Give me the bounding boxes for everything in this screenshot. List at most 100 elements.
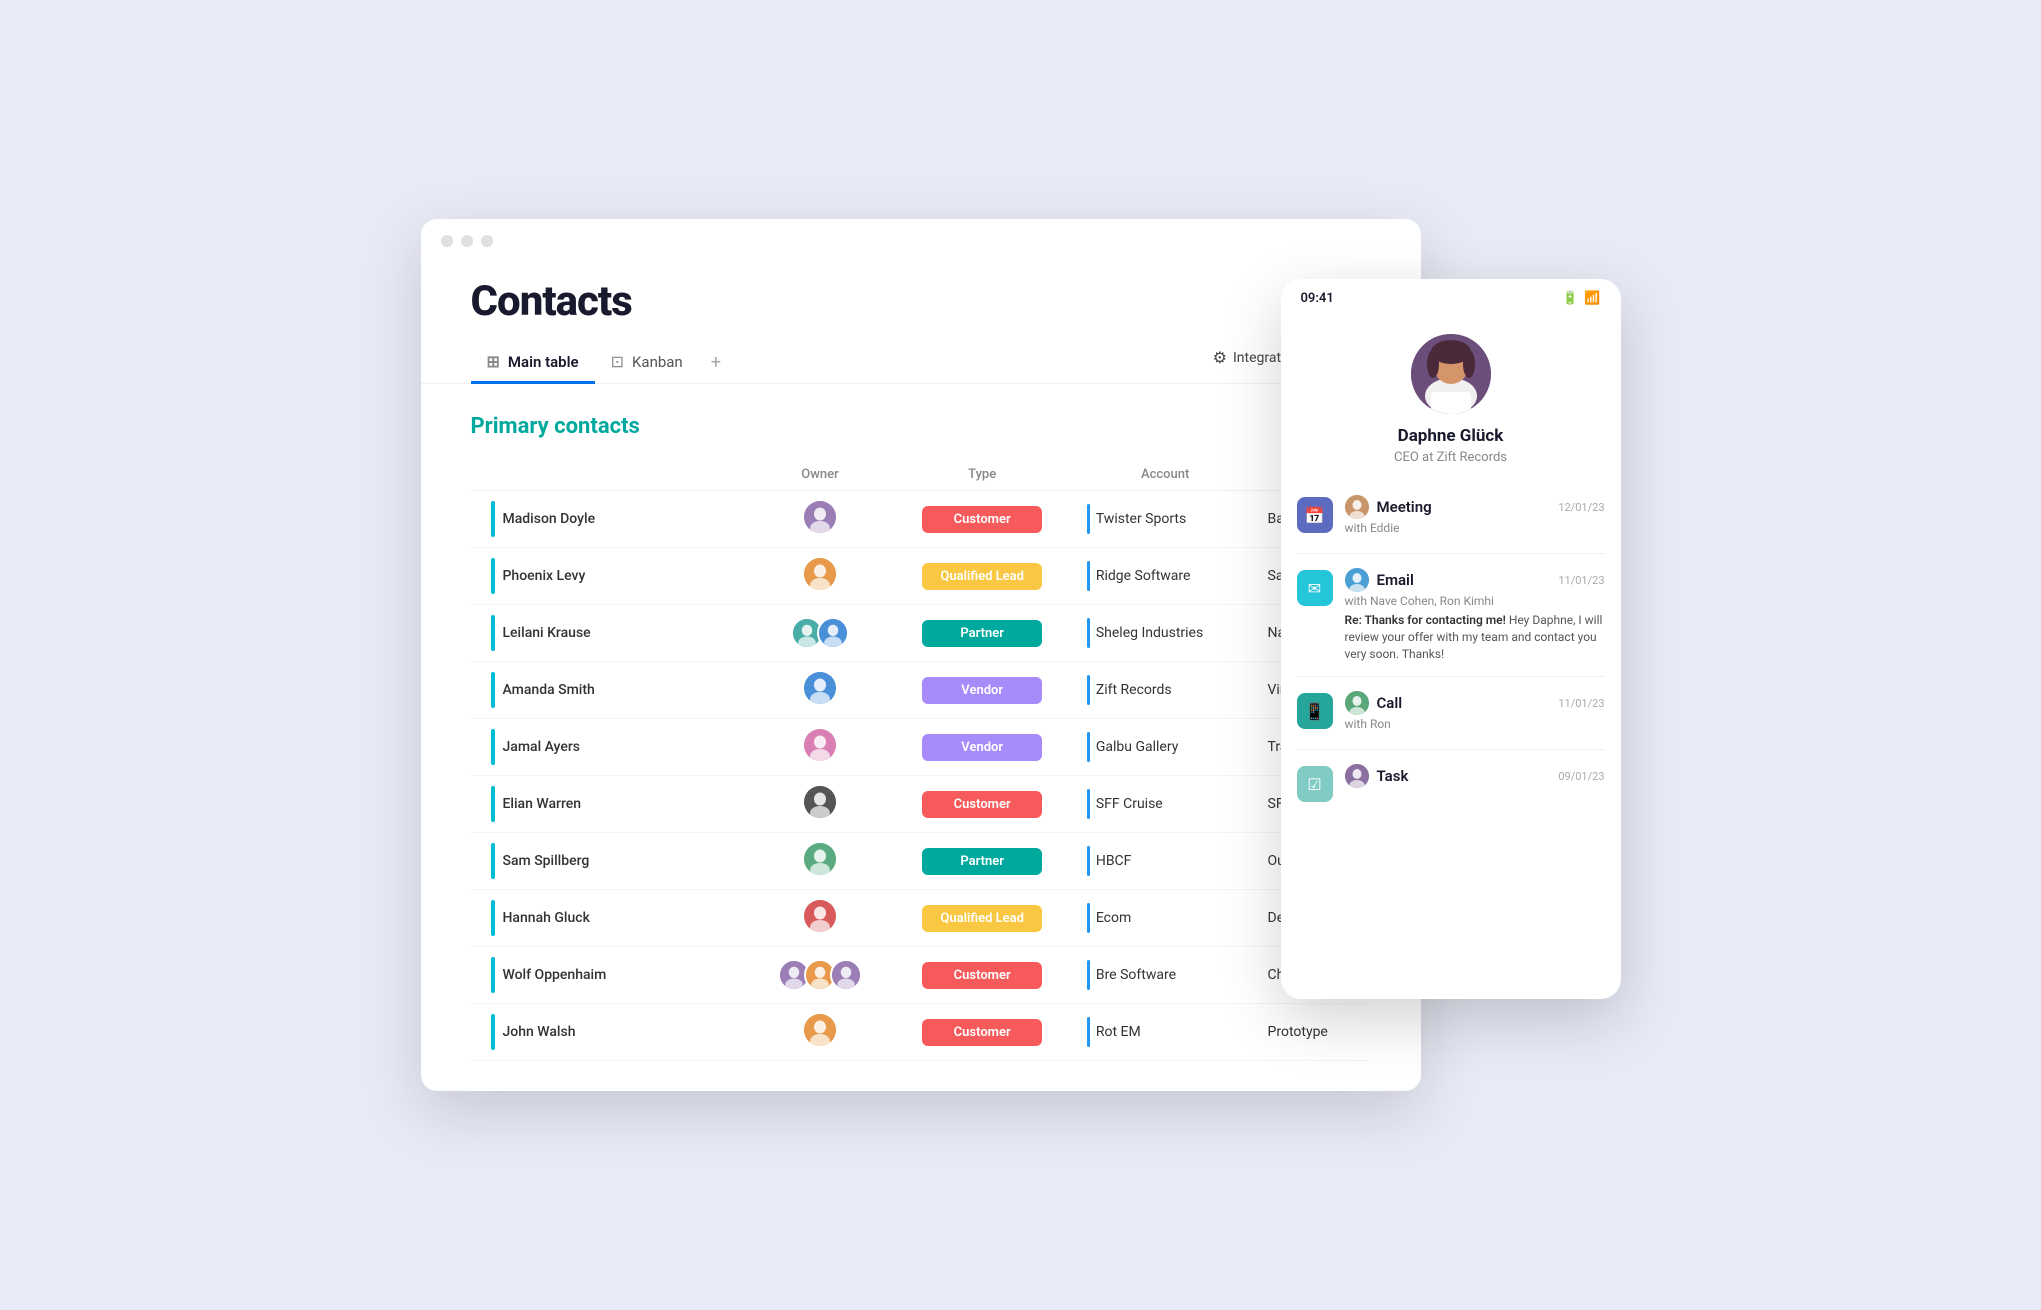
owner-cell	[751, 491, 890, 548]
activity-icon: ✉	[1297, 570, 1333, 606]
activity-preview-bold: Re: Thanks for contacting me!	[1345, 613, 1506, 627]
activity-date: 11/01/23	[1558, 697, 1604, 710]
col-header-type: Type	[890, 459, 1075, 491]
section-title: Primary contacts	[471, 414, 1371, 439]
type-cell: Vendor	[890, 662, 1075, 719]
account-cell: Twister Sports	[1075, 491, 1256, 548]
account-divider	[1087, 618, 1090, 648]
activity-person-avatar	[1345, 691, 1369, 715]
row-indicator	[491, 957, 495, 993]
contact-name-cell: John Walsh	[483, 1014, 739, 1050]
activity-item[interactable]: ✉ Email 11/01/23 with Nave Cohen, Ron Ki…	[1297, 554, 1605, 677]
account-cell: Rot EM	[1075, 1004, 1256, 1061]
activity-date: 09/01/23	[1558, 770, 1604, 783]
account-cell-inner: Galbu Gallery	[1087, 732, 1244, 762]
tab-kanban[interactable]: ⊡ Kanban	[595, 342, 699, 384]
activity-content: Email 11/01/23 with Nave Cohen, Ron Kimh…	[1345, 568, 1605, 662]
owner-cell	[751, 833, 890, 890]
table-row[interactable]: Amanda Smith Vendor Zift Records Vinyl E…	[471, 662, 1371, 719]
table-row[interactable]: Madison Doyle Customer Twister Sports Ba…	[471, 491, 1371, 548]
contact-name: Amanda Smith	[503, 682, 595, 698]
main-table-icon: ⊞	[487, 352, 500, 371]
activity-date: 12/01/23	[1558, 501, 1604, 514]
account-cell-inner: Rot EM	[1087, 1017, 1244, 1047]
contact-name: Elian Warren	[503, 796, 582, 812]
contact-name-cell: Elian Warren	[483, 786, 739, 822]
desktop-window: Contacts ⊞ Main table ⊡ Kanban + ⚙ Integ…	[421, 219, 1421, 1091]
type-cell: Partner	[890, 833, 1075, 890]
table-row[interactable]: Elian Warren Customer SFF Cruise SF crui…	[471, 776, 1371, 833]
account-name: HBCF	[1096, 853, 1132, 869]
avatar	[804, 558, 836, 590]
contact-name: Leilani Krause	[503, 625, 591, 641]
type-badge: Partner	[922, 848, 1042, 875]
window-titlebar	[421, 219, 1421, 247]
table-row[interactable]: Phoenix Levy Qualified Lead Ridge Softwa…	[471, 548, 1371, 605]
activity-header: Call 11/01/23	[1345, 691, 1605, 715]
task-icon: ☑	[1307, 775, 1321, 794]
activity-icon: 📱	[1297, 693, 1333, 729]
integrate-icon: ⚙	[1213, 348, 1227, 367]
contact-name: Hannah Gluck	[503, 910, 590, 926]
mobile-panel: 09:41 🔋 📶	[1281, 279, 1621, 999]
deals-cell: Prototype	[1256, 1004, 1371, 1061]
activity-person-avatar	[1345, 764, 1369, 788]
page-title: Contacts	[471, 277, 1371, 326]
activity-sub: with Eddie	[1345, 521, 1605, 535]
account-cell-inner: Twister Sports	[1087, 504, 1244, 534]
activity-content: Task 09/01/23	[1345, 764, 1605, 790]
contact-name-cell: Sam Spillberg	[483, 843, 739, 879]
account-name: Bre Software	[1096, 967, 1176, 983]
row-indicator	[491, 1014, 495, 1050]
avatar	[804, 786, 836, 818]
account-cell: Zift Records	[1075, 662, 1256, 719]
activity-type: Call	[1377, 694, 1403, 712]
account-cell: HBCF	[1075, 833, 1256, 890]
table-row[interactable]: Jamal Ayers Vendor Galbu Gallery Trays	[471, 719, 1371, 776]
activity-icon: 📅	[1297, 497, 1333, 533]
activity-item[interactable]: 📅 Meeting 12/01/23 with Eddie	[1297, 481, 1605, 554]
dot-green	[481, 235, 493, 247]
row-indicator	[491, 558, 495, 594]
activities-list: 📅 Meeting 12/01/23 with Eddie ✉	[1281, 481, 1621, 816]
type-cell: Qualified Lead	[890, 548, 1075, 605]
table-row[interactable]: Wolf Oppenhaim Cust	[471, 947, 1371, 1004]
table-row[interactable]: Sam Spillberg Partner HBCF Outsourci	[471, 833, 1371, 890]
owner-cell	[751, 605, 890, 662]
activity-header: Meeting 12/01/23	[1345, 495, 1605, 519]
activity-sub: with Ron	[1345, 717, 1605, 731]
contact-name-cell: Wolf Oppenhaim	[483, 957, 739, 993]
activity-content: Meeting 12/01/23 with Eddie	[1345, 495, 1605, 539]
type-badge: Customer	[922, 1019, 1042, 1046]
table-row[interactable]: John Walsh Customer Rot EM Prototype	[471, 1004, 1371, 1061]
type-cell: Vendor	[890, 719, 1075, 776]
activity-preview: Re: Thanks for contacting me! Hey Daphne…	[1345, 612, 1605, 662]
contact-name: Madison Doyle	[503, 511, 596, 527]
account-cell-inner: SFF Cruise	[1087, 789, 1244, 819]
email-icon: ✉	[1308, 579, 1321, 598]
owner-cell	[751, 890, 890, 947]
account-cell-inner: HBCF	[1087, 846, 1244, 876]
profile-avatar	[1411, 334, 1491, 414]
activity-item[interactable]: 📱 Call 11/01/23 with Ron	[1297, 677, 1605, 750]
account-name: Twister Sports	[1096, 511, 1186, 527]
row-indicator	[491, 900, 495, 936]
activity-type: Task	[1377, 767, 1409, 785]
tab-add-button[interactable]: +	[699, 342, 733, 383]
account-divider	[1087, 1017, 1090, 1047]
type-badge: Partner	[922, 620, 1042, 647]
activity-date: 11/01/23	[1558, 574, 1604, 587]
type-cell: Partner	[890, 605, 1075, 662]
tab-main-table[interactable]: ⊞ Main table	[471, 342, 595, 384]
account-cell-inner: Ridge Software	[1087, 561, 1244, 591]
activity-person-avatar	[1345, 495, 1369, 519]
row-indicator	[491, 672, 495, 708]
avatar-group	[763, 959, 878, 991]
activity-item[interactable]: ☑ Task 09/01/23	[1297, 750, 1605, 816]
table-row[interactable]: Leilani Krause Partner Sheleg Industries…	[471, 605, 1371, 662]
table-header-row: Owner Type Account Deals	[471, 459, 1371, 491]
activity-header: Email 11/01/23	[1345, 568, 1605, 592]
col-header-account: Account	[1075, 459, 1256, 491]
table-row[interactable]: Hannah Gluck Qualified Lead Ecom Deal 1	[471, 890, 1371, 947]
profile-name: Daphne Glück	[1398, 426, 1504, 446]
